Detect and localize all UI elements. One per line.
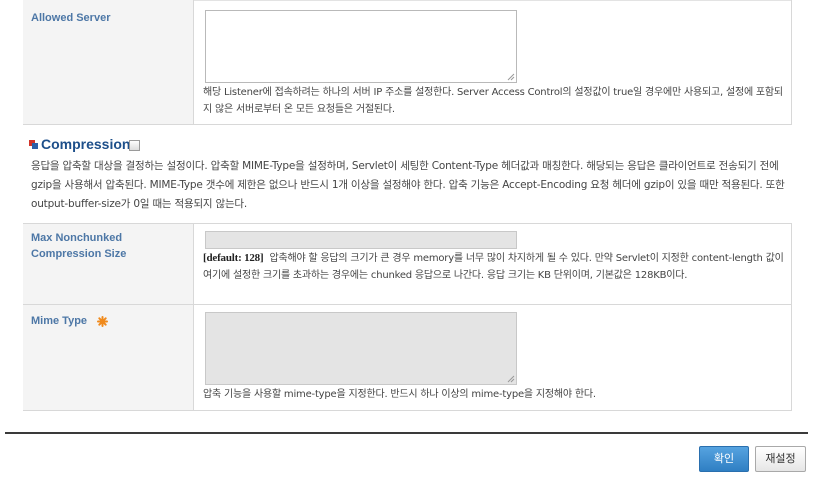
- max-nonchunked-input[interactable]: [205, 231, 517, 249]
- mime-type-label: Mime Type: [31, 315, 88, 327]
- mime-type-description: 압축 기능을 사용할 mime-type을 지정한다. 반드시 하나 이상의 m…: [203, 389, 596, 400]
- resize-grip-icon[interactable]: [507, 375, 515, 383]
- max-nonchunked-label-line1: Max Nonchunked: [31, 232, 123, 244]
- allowed-server-textarea[interactable]: [205, 10, 517, 83]
- resize-grip-icon[interactable]: [507, 73, 515, 81]
- confirm-button[interactable]: 확인: [699, 446, 749, 472]
- max-nonchunked-label-line2: Compression Size: [31, 248, 127, 260]
- section-bullet-icon: [29, 140, 38, 149]
- reset-button[interactable]: 재설정: [755, 446, 806, 472]
- mime-type-textarea[interactable]: [205, 312, 517, 385]
- allowed-server-label: Allowed Server: [31, 12, 111, 24]
- bottom-divider: [5, 432, 808, 434]
- default-value-tag: [default: 128]: [203, 252, 264, 264]
- allowed-server-description: 해당 Listener에 접속하려는 하나의 서버 IP 주소를 설정한다. S…: [203, 87, 783, 115]
- max-nonchunked-description: [default: 128] 압축해야 할 응답의 크기가 큰 경우 memory…: [203, 250, 789, 284]
- compression-enable-checkbox[interactable]: [129, 140, 140, 151]
- compression-title: Compression: [41, 136, 131, 152]
- compression-description: 응답을 압축할 대상을 결정하는 설정이다. 압축할 MIME-Type을 설정…: [31, 160, 785, 210]
- required-asterisk-icon: [97, 316, 108, 327]
- max-nonchunked-description-text: 압축해야 할 응답의 크기가 큰 경우 memory를 너무 많이 차지하게 될…: [203, 253, 784, 281]
